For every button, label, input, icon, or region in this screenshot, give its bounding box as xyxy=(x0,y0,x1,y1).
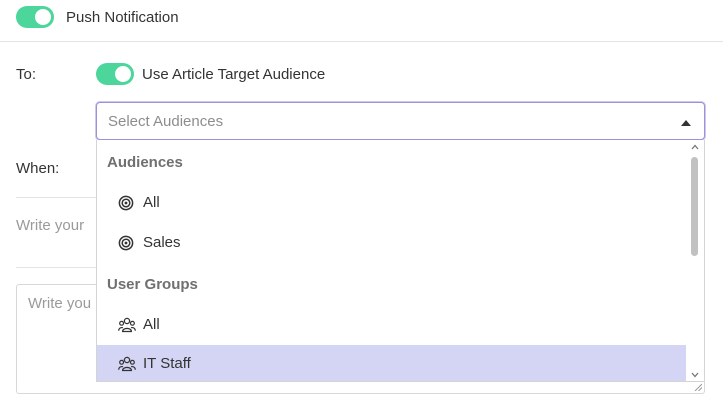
group-header-audiences: Audiences xyxy=(107,154,183,171)
option-group-it-staff[interactable]: IT Staff xyxy=(97,345,688,381)
message-placeholder: Write you xyxy=(28,295,92,312)
option-audience-all[interactable]: All xyxy=(97,184,688,222)
use-article-audience-toggle[interactable] xyxy=(96,63,134,85)
resize-grip-icon[interactable] xyxy=(694,383,702,391)
group-header-user-groups: User Groups xyxy=(107,276,198,293)
audience-select[interactable]: Select Audiences xyxy=(96,102,705,140)
toggle-knob xyxy=(35,9,51,25)
audience-dropdown[interactable]: Audiences All Sales User Groups All IT S… xyxy=(96,140,705,382)
dropdown-scrollbar[interactable] xyxy=(686,140,704,381)
users-icon xyxy=(118,356,136,372)
chevron-up-icon[interactable] xyxy=(690,143,700,151)
title-divider xyxy=(16,267,96,268)
push-notification-label: Push Notification xyxy=(66,9,179,26)
option-label: All xyxy=(143,194,160,211)
option-label: All xyxy=(143,316,160,333)
target-icon xyxy=(118,235,134,251)
when-divider xyxy=(16,197,96,198)
caret-up-icon[interactable] xyxy=(681,120,691,126)
option-group-all[interactable]: All xyxy=(97,306,688,344)
audience-select-placeholder: Select Audiences xyxy=(108,113,224,130)
header-divider xyxy=(0,41,723,42)
push-notification-toggle[interactable] xyxy=(16,6,54,28)
use-article-audience-label: Use Article Target Audience xyxy=(142,66,326,83)
when-label: When: xyxy=(16,160,60,177)
option-label: Sales xyxy=(143,234,181,251)
toggle-knob xyxy=(115,66,131,82)
title-input[interactable]: Write your xyxy=(16,217,84,234)
target-icon xyxy=(118,195,134,211)
option-audience-sales[interactable]: Sales xyxy=(97,224,688,262)
scrollbar-thumb[interactable] xyxy=(691,157,698,256)
users-icon xyxy=(118,317,136,333)
option-label: IT Staff xyxy=(143,355,191,372)
chevron-down-icon[interactable] xyxy=(690,371,700,379)
to-label: To: xyxy=(16,66,37,83)
